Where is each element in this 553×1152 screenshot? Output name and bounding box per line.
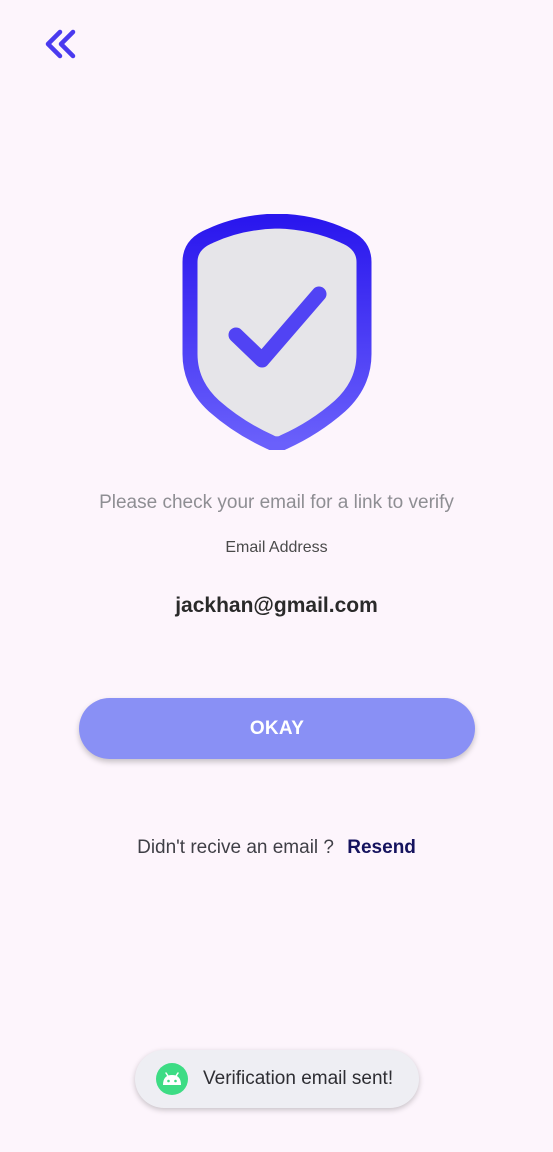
okay-button[interactable]: OKAY [79, 698, 475, 759]
android-icon [156, 1063, 188, 1095]
toast-notification: Verification email sent! [135, 1050, 419, 1108]
shield-check-icon [180, 213, 374, 452]
verification-instruction: Please check your email for a link to ve… [99, 492, 454, 513]
email-address-value: jackhan@gmail.com [175, 594, 378, 617]
email-address-label: Email Address [225, 539, 328, 556]
toast-message: Verification email sent! [203, 1068, 394, 1089]
back-button[interactable] [36, 26, 82, 66]
resend-link[interactable]: Resend [347, 837, 416, 858]
resend-prompt: Didn't recive an email ? [137, 837, 334, 858]
resend-row: Didn't recive an email ? Resend [0, 837, 553, 859]
double-chevron-left-icon [41, 28, 77, 65]
